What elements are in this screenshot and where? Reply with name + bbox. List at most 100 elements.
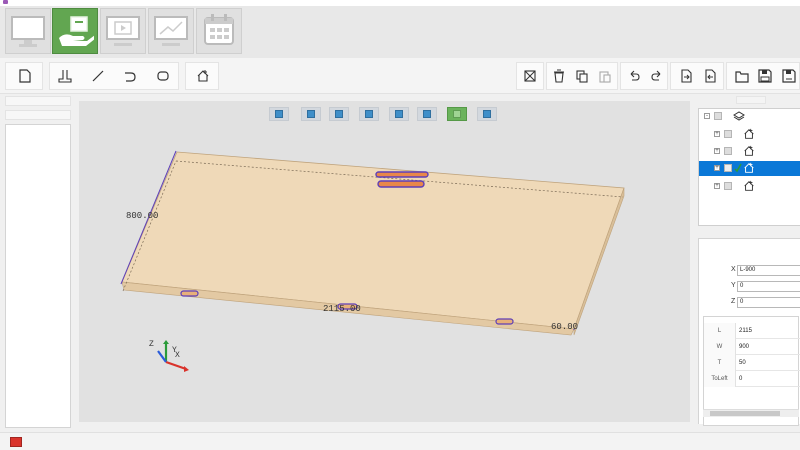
left-panel-header — [5, 96, 71, 106]
add-hardware-button[interactable] — [193, 66, 213, 86]
tree-row-part-1[interactable]: + — [699, 127, 800, 142]
grid-value[interactable]: 2115 — [739, 323, 752, 339]
field-x-label: X — [731, 266, 736, 273]
bracket-tool-button[interactable] — [55, 66, 75, 86]
redo-button[interactable] — [647, 66, 667, 86]
copy-button[interactable] — [572, 66, 592, 86]
toolbar-group-draw — [49, 62, 179, 90]
grid-value[interactable]: 50 — [739, 355, 746, 371]
connector-left[interactable] — [180, 290, 199, 297]
tree-checkbox-part-3[interactable] — [724, 164, 732, 172]
open-folder-icon — [735, 71, 749, 83]
undo-icon — [630, 70, 640, 81]
length-dimension-label: 2115.00 — [323, 304, 361, 314]
tree-row-part-3-selected[interactable]: + — [699, 161, 800, 176]
left-panel — [5, 96, 71, 428]
grid-row-thickness[interactable]: T 50 — [704, 355, 800, 371]
new-file-button[interactable] — [15, 66, 35, 86]
grid-key: L — [704, 323, 736, 339]
left-panel-content[interactable] — [5, 124, 71, 428]
new-file-icon — [19, 69, 31, 83]
field-x-input[interactable]: L-900 — [737, 265, 800, 276]
arc-tool-button[interactable] — [120, 66, 140, 86]
module-part-design-button[interactable] — [52, 8, 98, 54]
line-tool-button[interactable] — [88, 66, 108, 86]
module-monitor-button[interactable] — [5, 8, 51, 54]
toolbar-group-crop — [516, 62, 544, 90]
crop-icon — [524, 70, 536, 82]
open-folder-button[interactable] — [732, 66, 752, 86]
tree-expand-part-2[interactable]: + — [714, 148, 720, 154]
house-add-icon — [744, 162, 754, 173]
grid-row-length[interactable]: L 2115 — [704, 323, 800, 339]
module-analytics-button[interactable] — [148, 8, 194, 54]
save-as-button[interactable] — [779, 66, 799, 86]
toolbar-group-file — [5, 62, 43, 90]
redo-icon — [651, 70, 661, 81]
3d-viewport[interactable]: 800.00 2115.00 60.00 Z Y X — [79, 101, 690, 422]
grid-key: W — [704, 339, 736, 355]
field-y-input[interactable]: 0 — [737, 281, 800, 292]
tree-expand-part-3[interactable]: + — [714, 165, 720, 171]
toolbar-group-io — [670, 62, 724, 90]
chart-monitor-icon — [154, 16, 188, 46]
hand-box-icon — [59, 16, 94, 46]
house-add-icon — [744, 180, 754, 191]
import-icon — [681, 69, 692, 83]
axis-x-label: X — [175, 351, 180, 360]
scrollbar-thumb[interactable] — [710, 411, 780, 416]
grid-row-width[interactable]: W 900 — [704, 339, 800, 355]
layers-icon — [733, 111, 745, 121]
tree-checkbox-root[interactable] — [714, 112, 722, 120]
crop-button[interactable] — [520, 66, 540, 86]
right-panel: - + + + + X L-900 Y 0 Z 0 L 2115 W 900 T… — [696, 96, 800, 426]
board-drawing — [120, 150, 625, 372]
paste-button[interactable] — [595, 66, 615, 86]
grid-row-to-left[interactable]: ToLeft 0 — [704, 371, 800, 387]
status-icon[interactable] — [10, 437, 22, 447]
save-button[interactable] — [755, 66, 775, 86]
module-bar — [0, 6, 800, 58]
paste-icon — [599, 71, 611, 83]
export-button[interactable] — [700, 66, 720, 86]
axis-gizmo — [157, 340, 189, 372]
rounded-rect-tool-button[interactable] — [153, 66, 173, 86]
status-bar — [0, 432, 800, 450]
grid-key: T — [704, 355, 736, 371]
tree-row-part-4[interactable]: + — [699, 179, 800, 194]
video-icon — [106, 16, 140, 46]
save-as-icon — [782, 69, 796, 83]
toolbar-group-history — [620, 62, 668, 90]
house-add-icon — [744, 128, 754, 139]
export-icon — [705, 69, 716, 83]
tree-checkbox-part-2[interactable] — [724, 147, 732, 155]
monitor-icon — [11, 16, 45, 47]
grid-value[interactable]: 0 — [739, 371, 742, 387]
tree-expand-part-1[interactable]: + — [714, 131, 720, 137]
module-video-button[interactable] — [100, 8, 146, 54]
component-tree: - + + + + — [698, 108, 800, 226]
board-top-face[interactable] — [121, 151, 625, 330]
tree-row-root[interactable]: - — [699, 109, 800, 124]
tree-expand-root[interactable]: - — [704, 113, 710, 119]
house-add-icon — [744, 145, 754, 156]
bracket-icon — [58, 70, 72, 83]
grid-value[interactable]: 900 — [739, 339, 749, 355]
main-toolbar — [0, 58, 800, 94]
connector-right[interactable] — [495, 318, 514, 325]
undo-button[interactable] — [624, 66, 644, 86]
tree-expand-part-4[interactable]: + — [714, 183, 720, 189]
tree-row-part-2[interactable]: + — [699, 144, 800, 159]
delete-button[interactable] — [549, 66, 569, 86]
right-panel-header — [736, 96, 766, 104]
calendar-icon — [204, 14, 234, 45]
toolbar-group-project — [726, 62, 800, 90]
grid-horizontal-scrollbar[interactable] — [703, 409, 799, 417]
import-button[interactable] — [676, 66, 696, 86]
app-logo-icon — [3, 0, 8, 4]
module-schedule-button[interactable] — [196, 8, 242, 54]
tree-checkbox-part-1[interactable] — [724, 130, 732, 138]
field-z-input[interactable]: 0 — [737, 297, 800, 308]
axis-z-label: Z — [149, 340, 154, 349]
tree-checkbox-part-4[interactable] — [724, 182, 732, 190]
